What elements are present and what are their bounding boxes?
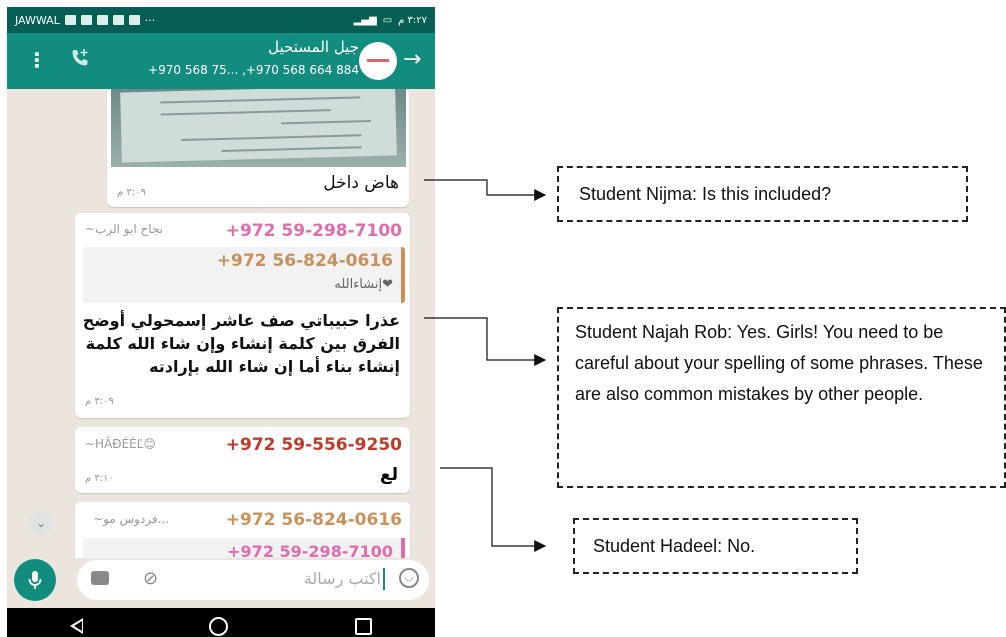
connector-najah [424,317,547,366]
annotation-hadeel: Student Hadeel: No. [573,518,858,574]
annotation-nijma: Student Nijma: Is this included? [557,166,968,222]
connector-nijma [424,179,547,201]
connector-hadeel [440,467,547,552]
annotation-najah: Student Najah Rob: Yes. Girls! You need … [557,307,1006,488]
